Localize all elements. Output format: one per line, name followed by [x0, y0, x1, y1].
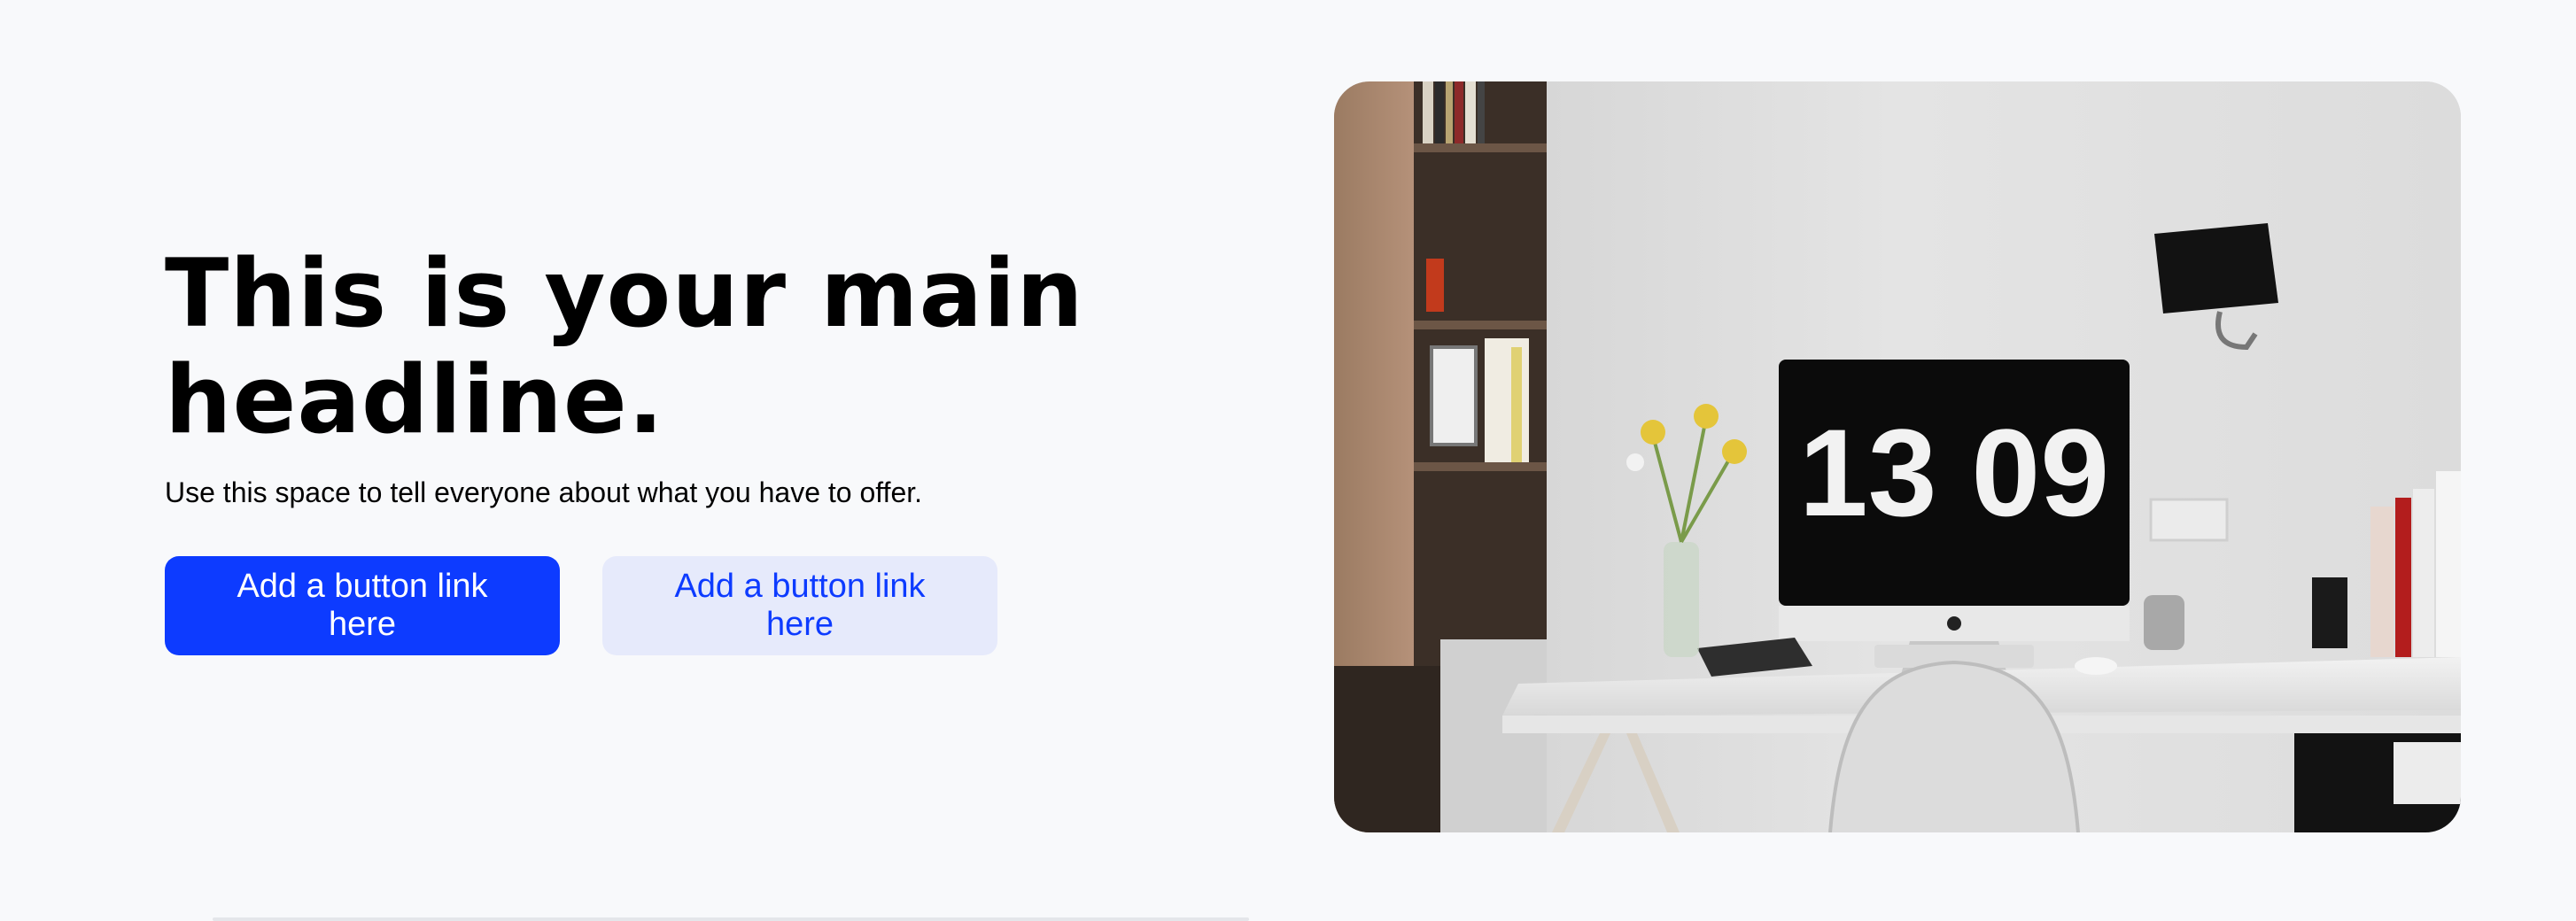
hero-buttons: Add a button link here Add a button link… — [165, 556, 1228, 655]
main-headline: This is your main headline. — [165, 239, 1084, 454]
hero-copy: This is your main headline. Use this spa… — [165, 241, 1228, 655]
section-divider — [213, 917, 1249, 921]
primary-button[interactable]: Add a button link here — [165, 556, 560, 655]
monitor-clock-text: 13 09 — [1799, 403, 2109, 542]
workspace-photo-illustration: 13 09 — [1334, 81, 2461, 832]
secondary-button[interactable]: Add a button link here — [602, 556, 997, 655]
hero-subline: Use this space to tell everyone about wh… — [165, 476, 923, 508]
hero-section: This is your main headline. Use this spa… — [0, 0, 2576, 921]
workspace-photo: 13 09 — [1334, 81, 2461, 832]
